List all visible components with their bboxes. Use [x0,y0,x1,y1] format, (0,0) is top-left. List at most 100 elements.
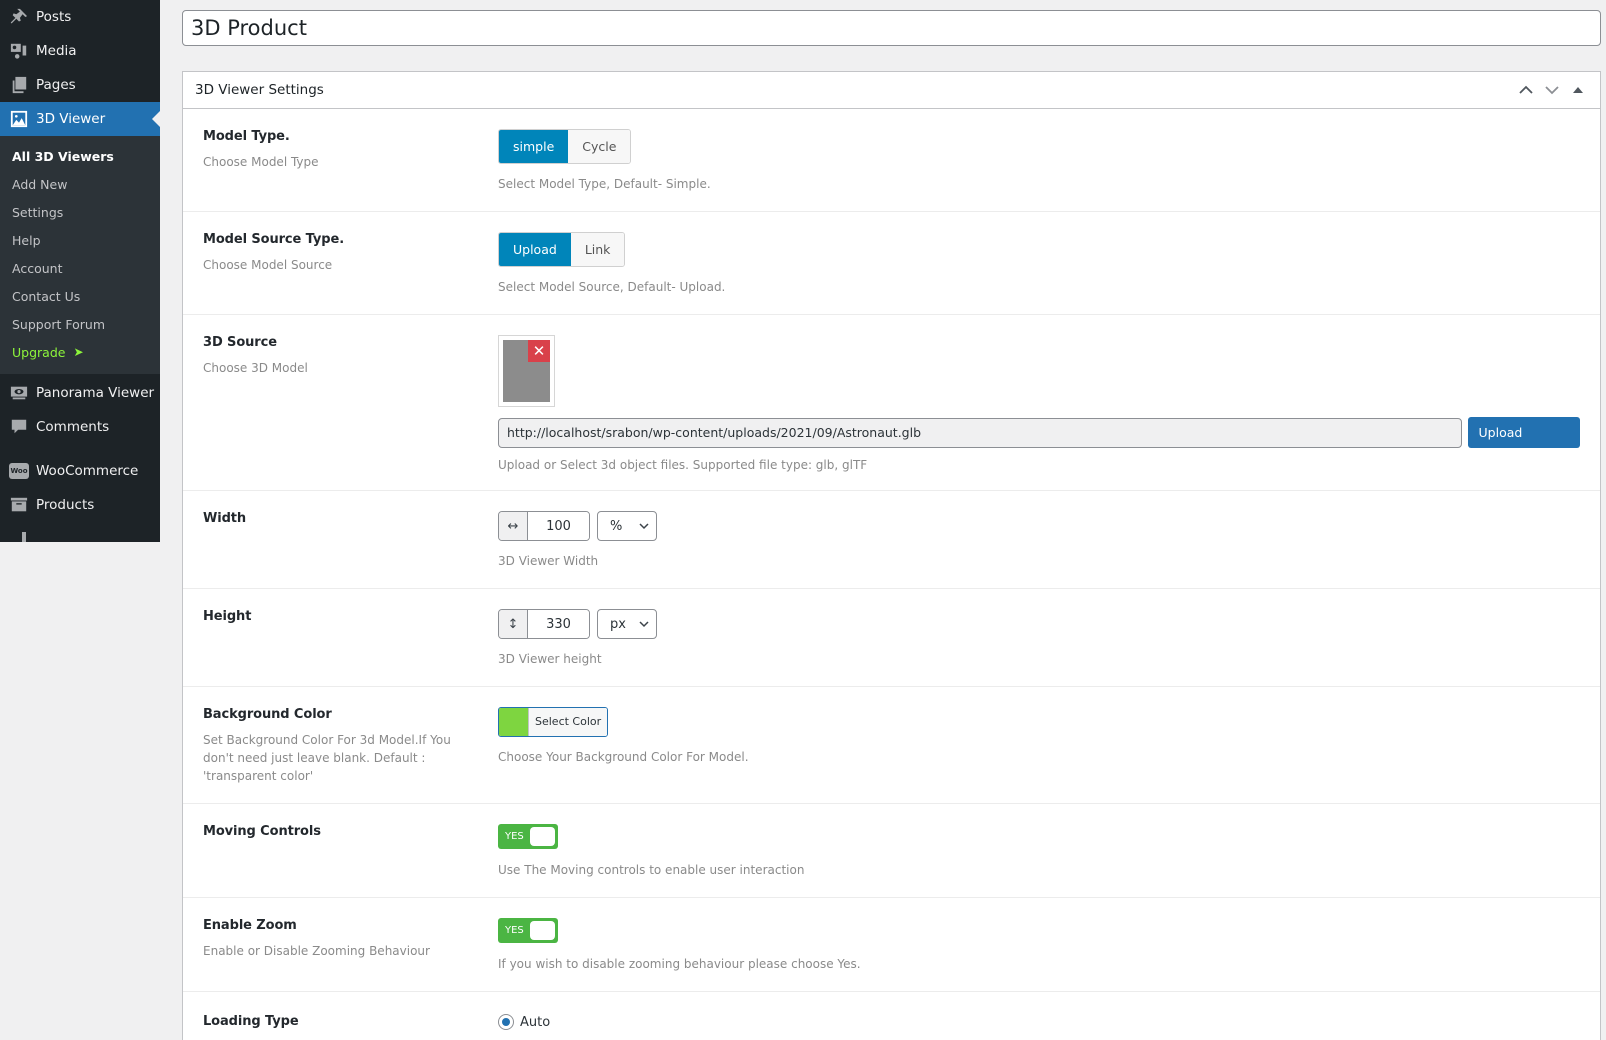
menu-item-media[interactable]: Media [0,34,160,68]
submenu-item-add-new[interactable]: Add New [0,170,160,198]
selected-unit: % [610,518,623,534]
menu-item-comments[interactable]: Comments [0,410,160,444]
arrow-right-icon: ➤ [73,345,84,359]
field-row-model-type: Model Type. Choose Model Type simple Cyc… [183,109,1600,212]
image-icon [0,110,36,128]
chevron-down-icon [639,620,649,627]
woo-icon: Woo [0,463,36,479]
submenu-item-account[interactable]: Account [0,254,160,282]
media-icon [0,42,36,60]
menu-item-panorama-viewer[interactable]: Panorama Viewer [0,376,160,410]
enable-zoom-toggle[interactable]: YES [498,918,558,943]
height-input-group: ↕ [498,609,590,639]
field-title: Model Source Type. [203,232,345,247]
field-description: Enable or Disable Zooming Behaviour [203,944,430,958]
height-input[interactable] [528,610,589,638]
select-color-label: Select Color [529,708,608,736]
submenu-item-support-forum[interactable]: Support Forum [0,310,160,338]
archive-icon [0,496,36,514]
field-title: Enable Zoom [203,918,297,933]
radio-label: Auto [520,1014,551,1030]
menu-label: 3D Viewer [36,111,106,127]
menu-label: Posts [36,9,72,25]
height-unit-select[interactable]: px [597,609,657,639]
submenu-item-upgrade[interactable]: Upgrade ➤ [0,338,160,366]
metabox-actions [1516,80,1588,100]
field-row-model-source: Model Source Type. Choose Model Source U… [183,212,1600,315]
submenu-label: Help [12,232,41,248]
field-hint: 3D Viewer height [498,652,602,666]
width-input[interactable] [528,512,589,540]
pin-icon [0,8,36,26]
model-type-option-cycle[interactable]: Cycle [568,130,631,163]
menu-label: Products [36,497,95,513]
field-title: Height [203,609,252,624]
submenu-item-all-3d-viewers[interactable]: All 3D Viewers [0,142,160,170]
selected-unit: px [610,616,626,632]
submenu-3d-viewer: All 3D Viewers Add New Settings Help Acc… [0,136,160,374]
field-title: Moving Controls [203,824,321,839]
submenu-item-settings[interactable]: Settings [0,198,160,226]
select-color-button[interactable]: Select Color [498,707,609,737]
field-description: Choose Model Source [203,258,333,272]
toggle-label: YES [505,925,524,936]
model-source-option-upload[interactable]: Upload [499,233,571,266]
width-unit-select[interactable]: % [597,511,657,541]
loading-type-radio-auto[interactable]: Auto [498,1014,1580,1030]
move-up-icon[interactable] [1516,80,1536,100]
menu-separator [0,444,160,454]
remove-model-icon[interactable]: ✕ [528,340,550,362]
menu-item-products[interactable]: Products [0,488,160,522]
menu-item-posts[interactable]: Posts [0,0,160,34]
metabox-title: 3D Viewer Settings [195,82,324,98]
source-url-input[interactable] [498,417,1462,448]
submenu-item-help[interactable]: Help [0,226,160,254]
submenu-label: Add New [12,176,68,192]
field-hint: If you wish to disable zooming behaviour… [498,957,861,971]
woo-badge: Woo [9,463,29,479]
menu-label: WooCommerce [36,463,139,479]
move-down-icon[interactable] [1542,80,1562,100]
field-row-height: Height ↕ px 3D Viewer height [183,589,1600,687]
field-description: Set Background Color For 3d Model.If You… [203,733,451,783]
submenu-label: Upgrade [12,344,66,360]
field-title: 3D Source [203,335,277,350]
menu-label: Comments [36,419,110,435]
chevron-down-icon [639,522,649,529]
model-source-segmented: Upload Link [498,232,626,267]
field-description: Choose 3D Model [203,361,308,375]
field-hint: Use The Moving controls to enable user i… [498,863,805,877]
field-row-width: Width ↔ % 3D Viewer Width [183,491,1600,589]
submenu-label: Account [12,260,63,276]
post-title-input[interactable] [182,10,1601,46]
upload-source-button[interactable]: Upload Source [1467,417,1580,471]
field-hint: 3D Viewer Width [498,554,599,568]
collapse-toggle-icon[interactable] [1568,80,1588,100]
submenu-label: Settings [12,204,64,220]
model-source-option-link[interactable]: Link [570,233,625,266]
submenu-label: Support Forum [12,316,106,332]
radio-circle [498,1014,514,1030]
model-type-option-simple[interactable]: simple [499,130,569,163]
field-title: Model Type. [203,129,290,144]
toggle-knob [530,827,555,846]
field-title: Background Color [203,707,332,722]
moving-controls-toggle[interactable]: YES [498,824,558,849]
metabox-header: 3D Viewer Settings [183,72,1600,109]
field-hint: Choose Your Background Color For Model. [498,750,749,764]
submenu-label: Contact Us [12,288,81,304]
field-hint: Select Model Source, Default- Upload. [498,280,726,294]
field-hint: Upload or Select 3d object files. Suppor… [498,458,868,472]
width-input-group: ↔ [498,511,590,541]
field-row-background-color: Background Color Set Background Color Fo… [183,687,1600,804]
field-title: Loading Type [203,1014,299,1029]
settings-metabox: 3D Viewer Settings Model Type. Choose Mo… [182,71,1601,1040]
menu-item-3d-viewer[interactable]: 3D Viewer [0,102,160,136]
menu-item-woocommerce[interactable]: Woo WooCommerce [0,454,160,488]
field-title: Width [203,511,247,526]
submenu-item-contact-us[interactable]: Contact Us [0,282,160,310]
radio-dot [502,1018,510,1026]
vertical-arrows-icon: ↕ [499,610,528,638]
partial-icon [22,532,26,542]
menu-item-pages[interactable]: Pages [0,68,160,102]
